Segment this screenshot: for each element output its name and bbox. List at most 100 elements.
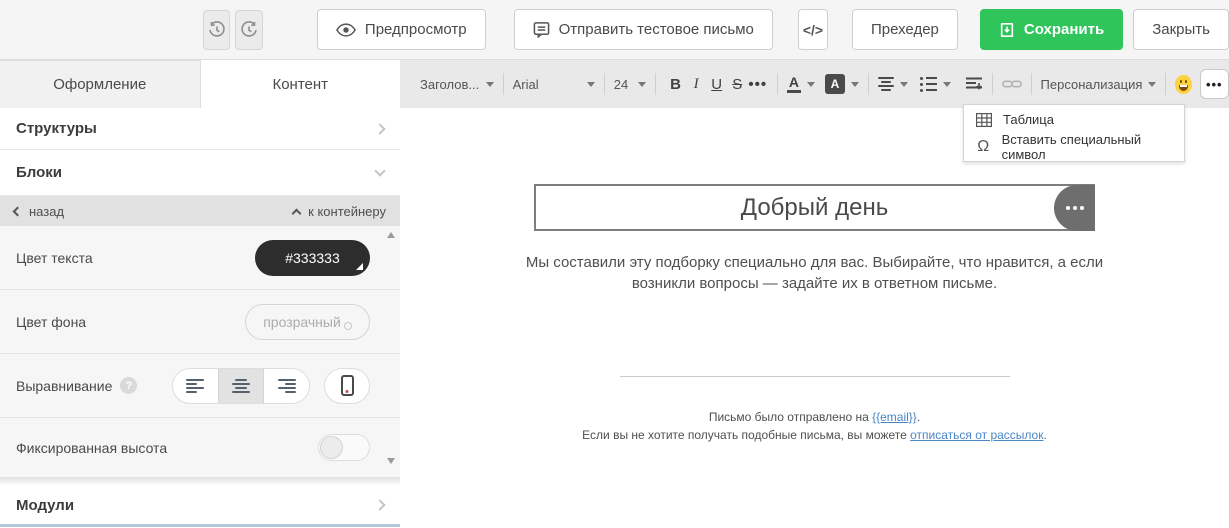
background-color-dropdown[interactable]: A	[824, 74, 859, 94]
font-family-dropdown[interactable]: Arial	[513, 77, 595, 92]
redo-button[interactable]	[235, 9, 263, 50]
tab-design-label: Оформление	[53, 76, 147, 93]
text-format-toolbar: Заголов... Arial 24 B I U S ••• A A Перс…	[400, 60, 1229, 108]
save-icon	[999, 22, 1015, 38]
paragraph-style-dropdown[interactable]: Заголов...	[420, 77, 494, 92]
line-spacing-button[interactable]	[965, 77, 983, 91]
close-button[interactable]: Закрыть	[1133, 9, 1229, 50]
help-icon[interactable]: ?	[120, 377, 138, 394]
background-color-value: прозрачный	[263, 313, 341, 330]
toolbar-divider	[1030, 73, 1032, 95]
chevron-down-icon	[899, 81, 908, 87]
chevron-down-icon	[806, 81, 815, 87]
email-variable-link[interactable]: {{email}}	[872, 410, 917, 424]
topbar: Предпросмотр Отправить тестовое письмо <…	[0, 0, 1229, 60]
undo-button[interactable]	[203, 9, 231, 50]
more-formats-button[interactable]: •••	[748, 71, 769, 97]
email-heading[interactable]: Добрый день	[741, 194, 888, 222]
text-color-dropdown[interactable]: A	[786, 75, 815, 93]
chevron-up-icon	[291, 208, 302, 218]
toolbar-divider	[1165, 73, 1167, 95]
text-color-value-pill[interactable]: #333333	[255, 239, 370, 276]
strikethrough-button[interactable]: S	[727, 71, 748, 97]
sidebar-item-blocks[interactable]: Блоки	[0, 150, 400, 196]
text-color-icon: A	[786, 75, 801, 93]
email-footer[interactable]: Письмо было отправлено на {{email}}. Есл…	[400, 408, 1229, 444]
line-spacing-icon	[965, 77, 983, 91]
setting-background-color: Цвет фона прозрачный	[0, 290, 400, 354]
eye-icon	[335, 22, 356, 37]
preview-label: Предпросмотр	[364, 21, 467, 38]
chevron-down-icon	[942, 81, 951, 87]
align-right-icon	[277, 378, 296, 393]
font-size-value: 24	[613, 76, 629, 92]
block-options-button[interactable]	[1054, 185, 1095, 231]
emoji-button[interactable]	[1175, 74, 1192, 94]
back-label: назад	[29, 203, 65, 219]
align-left-icon	[186, 378, 205, 393]
align-dropdown[interactable]	[877, 77, 908, 91]
send-test-email-button[interactable]: Отправить тестовое письмо	[513, 9, 773, 50]
setting-text-color: Цвет текста #333333	[0, 226, 400, 290]
message-icon	[533, 21, 550, 38]
list-dropdown[interactable]	[919, 76, 951, 92]
to-container-button[interactable]: к контейнеру	[291, 203, 386, 219]
email-divider[interactable]	[619, 376, 1010, 377]
fixed-height-toggle[interactable]	[318, 434, 370, 461]
sidebar-item-structures[interactable]: Структуры	[0, 108, 400, 150]
menu-item-special-char[interactable]: Ω Вставить специальный символ	[964, 132, 1184, 162]
close-label: Закрыть	[1152, 21, 1210, 38]
align-center-button[interactable]	[217, 368, 265, 403]
chevron-down-icon	[485, 81, 494, 87]
link-button[interactable]	[1001, 78, 1022, 90]
html-code-button[interactable]: </>	[797, 9, 828, 50]
scroll-up-icon[interactable]	[387, 232, 395, 238]
more-tools-button[interactable]: •••	[1199, 69, 1229, 99]
preview-button[interactable]: Предпросмотр	[316, 9, 486, 50]
alignment-label: Выравнивание ?	[16, 377, 138, 394]
tab-design[interactable]: Оформление	[0, 60, 201, 108]
paragraph-style-value: Заголов...	[420, 76, 480, 92]
footer-line-2: Если вы не хотите получать подобные пись…	[582, 428, 1047, 442]
smartphone-icon	[340, 375, 354, 396]
chevron-left-icon	[12, 206, 23, 216]
align-right-button[interactable]	[264, 369, 309, 403]
toolbar-divider	[867, 73, 869, 95]
menu-item-table-label: Таблица	[1003, 112, 1054, 127]
underline-button[interactable]: U	[706, 71, 727, 97]
more-tools-menu: Таблица Ω Вставить специальный символ	[963, 104, 1185, 162]
to-container-label: к контейнеру	[308, 203, 386, 219]
bullet-list-icon	[919, 76, 937, 92]
scroll-down-icon[interactable]	[387, 458, 395, 464]
chevron-down-icon	[1148, 81, 1157, 87]
bold-button[interactable]: B	[665, 71, 686, 97]
sidebar: Структуры Блоки назад к контейнеру Цвет …	[0, 108, 400, 528]
toolbar-divider	[777, 73, 778, 95]
undo-history-icon	[207, 20, 227, 40]
personalization-dropdown[interactable]: Персонализация	[1041, 77, 1157, 92]
unsubscribe-link[interactable]: отписаться от рассылок	[910, 428, 1043, 442]
background-color-value-pill[interactable]: прозрачный	[245, 303, 370, 340]
link-icon	[1001, 78, 1022, 90]
chevron-down-icon	[374, 164, 386, 177]
mobile-view-button[interactable]	[324, 367, 370, 404]
email-paragraph[interactable]: Мы составили эту подборку специально для…	[515, 252, 1115, 294]
toolbar-divider	[655, 73, 657, 95]
save-button[interactable]: Сохранить	[979, 9, 1124, 50]
font-family-value: Arial	[512, 76, 539, 92]
sidebar-item-modules[interactable]: Модули	[0, 486, 400, 524]
tab-content-label: Контент	[272, 75, 329, 93]
preheader-button[interactable]: Прехедер	[851, 9, 958, 50]
back-button[interactable]: назад	[12, 203, 65, 219]
tab-content[interactable]: Контент	[200, 60, 400, 108]
menu-item-table[interactable]: Таблица	[964, 106, 1184, 133]
font-size-dropdown[interactable]: 24	[614, 77, 647, 92]
panel-shadow	[0, 478, 400, 486]
align-left-button[interactable]	[173, 369, 218, 403]
setting-fixed-height: Фиксированная высота	[0, 418, 400, 478]
chevron-right-icon	[374, 122, 386, 135]
italic-button[interactable]: I	[686, 71, 707, 97]
personalization-label: Персонализация	[1040, 76, 1143, 92]
modules-label: Модули	[16, 496, 75, 514]
selected-heading-block[interactable]: Добрый день	[534, 184, 1095, 231]
